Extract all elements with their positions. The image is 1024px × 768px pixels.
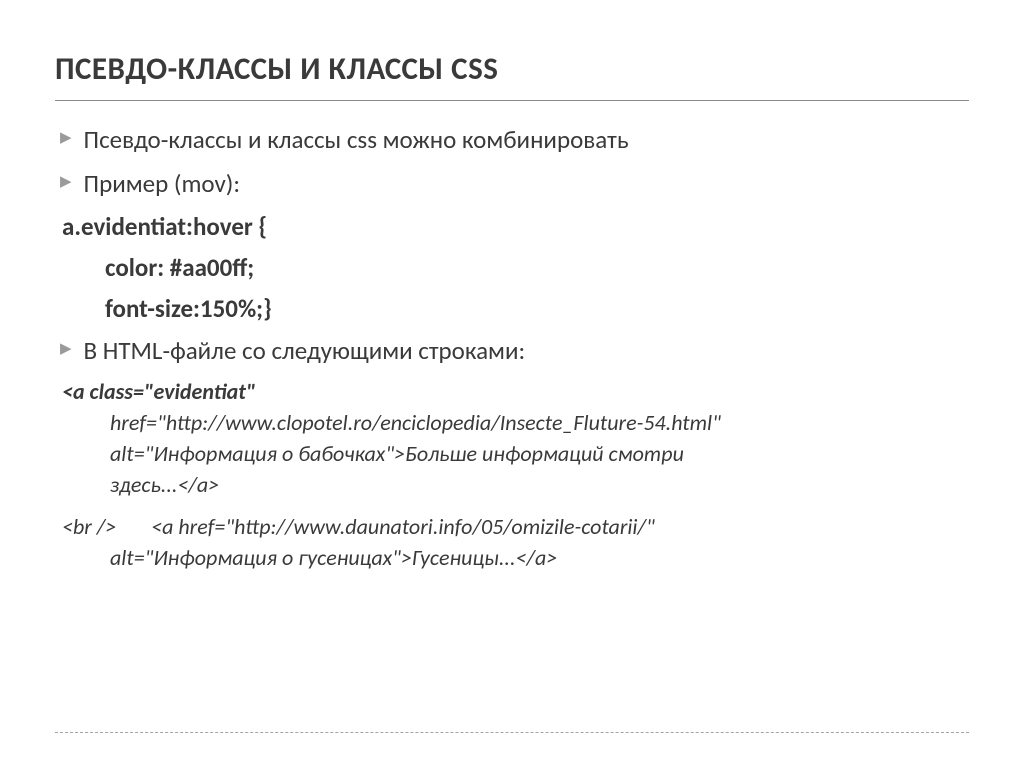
html-line: <a href="http://www.daunatori.info/05/om… [151, 513, 655, 540]
html-line: alt="Информация о бабочках">Больше инфор… [62, 439, 969, 470]
slide-content: ▶ Псевдо-классы и классы css можно комби… [55, 123, 969, 574]
html-line: alt="Информация о гусеницах">Гусеницы...… [62, 543, 969, 574]
slide-title: ПСЕВДО-КЛАССЫ И КЛАССЫ CSS [55, 50, 969, 88]
bullet-text: В HTML-файле со следующими строками: [84, 334, 969, 368]
html-line: здесь...</a> [62, 470, 969, 501]
html-code-block: <a class="evidentiat" href="http://www.c… [60, 377, 969, 500]
bullet-marker-icon: ▶ [60, 131, 72, 146]
code-line: a.evidentiat:hover { [60, 211, 969, 242]
code-line: font-size:150%;} [60, 293, 969, 324]
bullet-item: ▶ Пример (mov): [60, 167, 969, 201]
html-line: <br /> [62, 513, 116, 540]
code-line: color: #aa00ff; [60, 252, 969, 283]
html-line: <a class="evidentiat" [62, 378, 256, 405]
bullet-marker-icon: ▶ [60, 342, 72, 357]
title-divider [55, 100, 969, 101]
bottom-divider [55, 732, 969, 733]
bullet-text: Пример (mov): [84, 167, 969, 201]
bullet-marker-icon: ▶ [60, 175, 72, 190]
bullet-item: ▶ Псевдо-классы и классы css можно комби… [60, 123, 969, 157]
html-line: href="http://www.clopotel.ro/enciclopedi… [62, 408, 969, 439]
bullet-text: Псевдо-классы и классы css можно комбини… [84, 123, 969, 157]
html-code-block: <br /> <a href="http://www.daunatori.inf… [60, 512, 969, 574]
bullet-item: ▶ В HTML-файле со следующими строками: [60, 334, 969, 368]
